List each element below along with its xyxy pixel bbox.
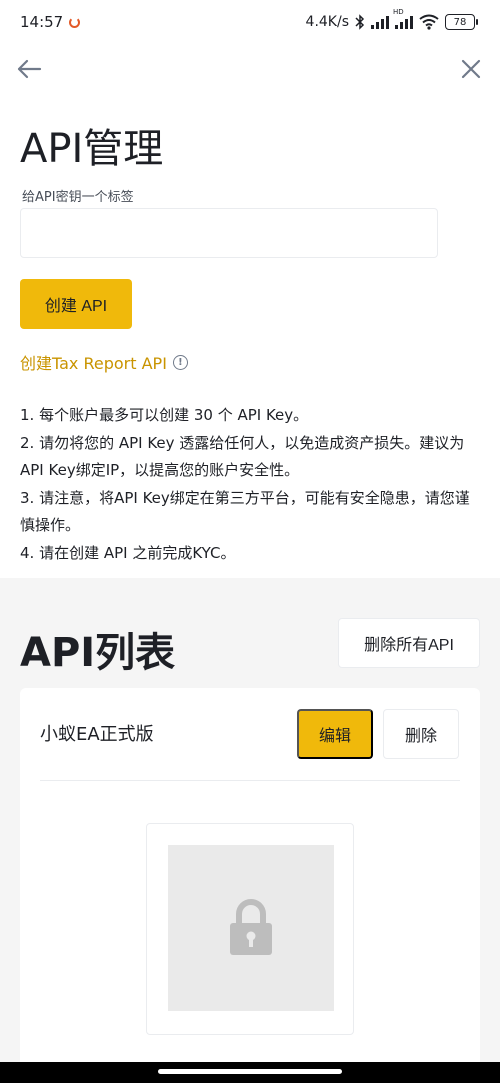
home-indicator[interactable] bbox=[158, 1069, 342, 1074]
create-tax-report-api-link[interactable]: 创建Tax Report API ! bbox=[20, 350, 188, 374]
note-item: 3. 请注意，将API Key绑定在第三方平台，可能有安全隐患，请您谨慎操作。 bbox=[20, 488, 470, 535]
create-api-button[interactable]: 创建 API bbox=[20, 279, 132, 329]
lock-icon bbox=[230, 899, 272, 955]
battery-level: 78 bbox=[445, 14, 475, 30]
status-bar-right: 4.4K/s HD 78 bbox=[305, 9, 478, 30]
status-bar: 14:57 4.4K/s HD 78 bbox=[0, 0, 500, 44]
tax-report-link-label[interactable]: 创建Tax Report API bbox=[20, 350, 167, 374]
note-item: 4. 请在创建 API 之前完成KYC。 bbox=[20, 543, 236, 562]
note-item: 1. 每个账户最多可以创建 30 个 API Key。 bbox=[20, 406, 309, 424]
qr-code-placeholder bbox=[168, 845, 334, 1011]
bluetooth-icon bbox=[355, 14, 365, 30]
note-item: 2. 请勿将您的 API Key 透露给任何人，以免造成资产损失。建议为API … bbox=[20, 433, 465, 480]
hd-label: HD bbox=[393, 8, 404, 16]
hd-signal-icon: HD bbox=[393, 9, 413, 29]
notification-ring-icon bbox=[69, 16, 81, 28]
qr-code-frame bbox=[146, 823, 354, 1035]
api-card: 小蚁EA正式版 编辑 删除 bbox=[20, 688, 480, 1083]
delete-all-api-button[interactable]: 删除所有API bbox=[338, 618, 480, 668]
api-label-field-label: 给API密钥一个标签 bbox=[22, 190, 134, 205]
battery-icon: 78 bbox=[445, 14, 478, 30]
status-time: 14:57 bbox=[20, 13, 64, 31]
arrow-left-icon[interactable] bbox=[14, 54, 44, 84]
close-icon[interactable] bbox=[456, 54, 486, 84]
api-list-title: API列表 bbox=[20, 630, 176, 676]
delete-api-button[interactable]: 删除 bbox=[383, 709, 459, 759]
nav-bar bbox=[0, 44, 500, 94]
api-key-name: 小蚁EA正式版 bbox=[40, 724, 154, 745]
edit-api-button[interactable]: 编辑 bbox=[297, 709, 373, 759]
page-title: API管理 bbox=[20, 126, 164, 172]
api-notes-list: 1. 每个账户最多可以创建 30 个 API Key。 2. 请勿将您的 API… bbox=[20, 402, 482, 567]
api-label-input[interactable] bbox=[20, 208, 438, 258]
status-bar-left: 14:57 bbox=[20, 13, 81, 31]
wifi-icon bbox=[419, 14, 439, 30]
signal-icon bbox=[371, 15, 389, 29]
divider bbox=[40, 780, 460, 781]
info-icon[interactable]: ! bbox=[172, 354, 188, 370]
network-speed: 4.4K/s bbox=[305, 14, 349, 30]
